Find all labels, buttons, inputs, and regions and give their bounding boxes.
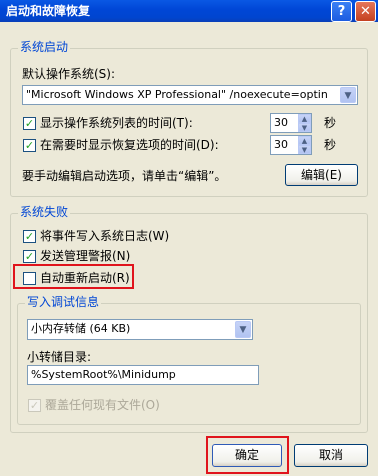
edit-button[interactable]: 编辑(E) [285,164,358,186]
ok-button-highlight [206,436,289,474]
chevron-down-icon[interactable]: ▼ [235,321,251,338]
show-os-list-spin-up[interactable]: ▲ [298,114,311,123]
write-event-label[interactable]: 将事件写入系统日志(W) [40,228,169,244]
window-title: 启动和故障恢复 [6,4,91,18]
send-alert-checkbox[interactable]: ✓ [23,250,36,263]
show-recovery-spin-down[interactable]: ▼ [298,145,311,154]
chevron-down-icon[interactable]: ▼ [340,87,356,103]
help-icon: ? [337,4,346,19]
debug-info-group-label: 写入调试信息 [25,295,102,309]
close-button[interactable]: ✕ [355,1,376,22]
show-os-list-unit: 秒 [324,116,337,130]
send-alert-label[interactable]: 发送管理警报(N) [40,248,130,264]
overwrite-label: 覆盖任何现有文件(O) [45,398,160,412]
dump-dir-label: 小转储目录: [27,350,92,364]
write-event-checkbox[interactable]: ✓ [23,230,36,243]
dump-type-value: 小内存转储 (64 KB) [31,322,131,335]
edit-hint-text: 要手动编辑启动选项，请单击“编辑”。 [22,169,227,183]
cancel-button[interactable]: 取消 [294,444,368,467]
system-startup-group-label: 系统启动 [18,40,71,54]
show-os-list-label[interactable]: 显示操作系统列表的时间(T): [40,115,193,131]
show-os-list-spin-down[interactable]: ▼ [298,123,311,132]
help-button[interactable]: ? [331,1,352,22]
default-os-value: "Microsoft Windows XP Professional" /noe… [26,88,328,101]
title-bar: 启动和故障恢复 [0,0,378,22]
show-recovery-checkbox[interactable]: ✓ [23,139,36,152]
show-recovery-unit: 秒 [324,138,337,152]
show-os-list-checkbox[interactable]: ✓ [23,117,36,130]
overwrite-checkbox[interactable]: ✓ [28,399,41,412]
auto-restart-highlight [13,264,134,289]
show-recovery-spin-up[interactable]: ▲ [298,136,311,145]
close-icon: ✕ [360,4,371,19]
show-recovery-label[interactable]: 在需要时显示恢复选项的时间(D): [40,137,219,153]
default-os-dropdown[interactable]: "Microsoft Windows XP Professional" /noe… [22,85,358,105]
dump-type-dropdown[interactable]: 小内存转储 (64 KB) ▼ [27,319,253,340]
dump-dir-input[interactable]: %SystemRoot%\Minidump [27,365,259,385]
default-os-label: 默认操作系统(S): [22,67,116,81]
system-failure-group-label: 系统失败 [18,205,71,219]
